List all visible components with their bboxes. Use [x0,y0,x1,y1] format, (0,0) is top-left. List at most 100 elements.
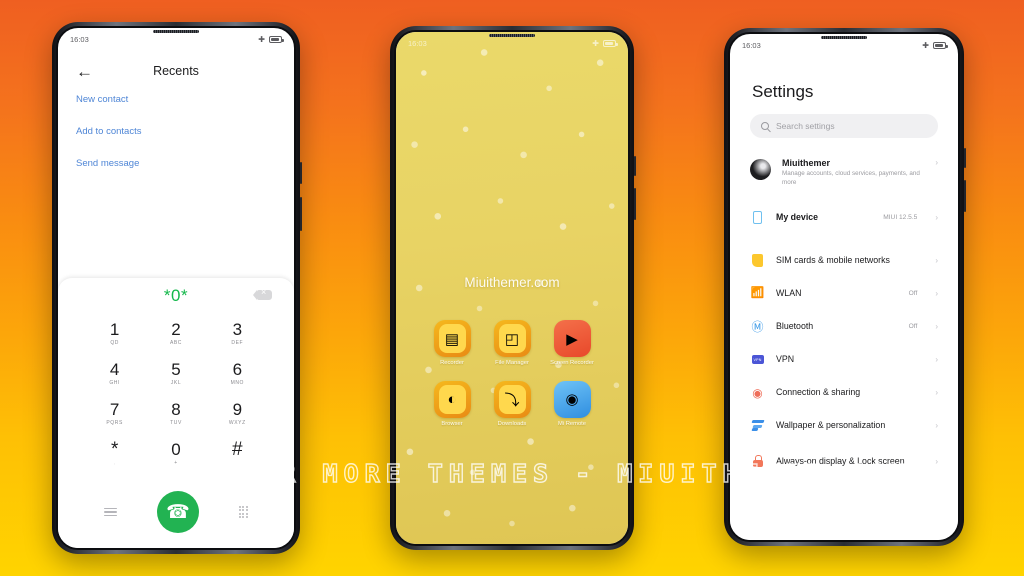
chevron-right-icon: › [935,421,938,430]
settings-item-value: Off [908,290,918,297]
app-item[interactable]: ◰ File Manager [482,320,542,368]
account-row[interactable]: Miuithemer Manage accounts, cloud servic… [730,152,958,201]
settings-item-wlan[interactable]: 📶 WLAN Off › [730,277,958,310]
back-arrow-icon[interactable]: ← [76,63,93,80]
backspace-icon[interactable] [253,287,272,300]
dialer-header: ← Recents [58,48,294,94]
key-letters: TUV [170,420,182,426]
key-5[interactable]: 5 JKL [145,360,206,398]
settings-item-vpn[interactable]: VPN VPN › [730,343,958,376]
chevron-right-icon: › [935,322,938,331]
key-digit: 1 [109,320,120,339]
wifi-icon: 📶 [750,287,765,299]
menu-icon[interactable] [103,507,117,517]
earpiece-speaker [489,34,535,37]
key-2[interactable]: 2 ABC [145,320,206,358]
keypad-icon[interactable] [238,505,249,519]
settings-item-label: Wallpaper & personalization [776,420,886,431]
chevron-right-icon: › [935,355,938,364]
app-item[interactable]: ◉ Mi Remote [542,380,602,429]
account-name: Miuithemer [782,158,831,168]
settings-item-always-on-display-lock-screen[interactable]: Always-on display & Lock screen › [730,442,958,480]
app-item[interactable]: ⤵ Downloads [482,380,542,429]
sim-card-icon [750,253,765,268]
key-hash[interactable]: # [207,440,268,478]
app-item[interactable]: ◐ Browser [422,380,482,429]
mi-remote-app-icon: ◉ [553,380,591,418]
lock-icon [750,454,765,469]
list-divider [730,234,958,244]
key-4[interactable]: 4 GHI [84,360,145,398]
settings-item-my-device[interactable]: My device MIUI 12.5.5 › [730,201,958,234]
key-digit: 2 [171,320,181,339]
action-send-message[interactable]: Send message [58,158,294,169]
search-placeholder: Search settings [776,121,835,131]
key-6[interactable]: 6 MNO [207,360,268,398]
status-time: 16:03 [408,39,427,48]
key-digit: * [110,439,119,460]
app-label: Screen Recorder [550,360,594,366]
chevron-right-icon: › [935,158,938,167]
key-digit: # [232,439,243,460]
key-1[interactable]: 1 QD [84,320,145,358]
settings-item-bluetooth[interactable]: Ⓜ Bluetooth Off › [730,310,958,343]
battery-icon [603,40,618,47]
key-digit: 0 [171,440,181,459]
phone-settings: 16:03 ✚ Settings Search settings Miuithe… [724,28,966,546]
wallpaper-watermark: Miuithemer.com [464,275,560,290]
settings-item-value: MIUI 12.5.5 [883,214,918,221]
settings-item-label: Always-on display & Lock screen [776,455,905,466]
settings-item-sim-cards-mobile-networks[interactable]: SIM cards & mobile networks › [730,244,958,277]
downloads-app-icon: ⤵ [493,380,531,418]
app-label: Browser [441,420,463,427]
key-star[interactable]: *, [84,440,145,478]
key-9[interactable]: 9 WXYZ [207,400,268,438]
app-item[interactable]: ▶ Screen Recorder [542,320,602,368]
action-new-contact[interactable]: New contact [58,94,294,105]
key-0[interactable]: 0 + [145,440,206,478]
call-icon[interactable]: ☎ [156,491,199,533]
page-title: Recents [153,64,199,78]
settings-item-connection-sharing[interactable]: ◉ Connection & sharing › [730,376,958,409]
app-grid: ▤ Recorder ◰ File Manager ▶ Screen Recorder ◐ B… [422,320,602,428]
settings-item-label: My device [776,212,819,223]
battery-icon [269,36,284,43]
key-digit: 4 [109,360,120,379]
key-digit: 8 [171,400,181,419]
key-digit: 6 [232,360,243,379]
app-label: File Manager [495,360,529,366]
app-item[interactable]: ▤ Recorder [422,320,482,368]
phone-settings-screen: 16:03 ✚ Settings Search settings Miuithe… [728,32,960,542]
settings-item-label: VPN [776,354,795,365]
phone-home: 16:03 ✚ Miuithemer.com ▤ Recorder ◰ File Ma… [390,26,636,550]
settings-item-label: Connection & sharing [776,387,861,398]
search-icon [761,122,769,130]
app-label: Mi Remote [557,420,587,427]
key-7[interactable]: 7 PQRS [84,400,145,438]
key-digit: 3 [232,320,243,339]
key-digit: 7 [109,400,120,419]
key-digit: 5 [171,360,181,379]
key-letters: + [174,460,178,466]
dialed-number: *0* [163,286,189,305]
vpn-icon: VPN [750,352,765,367]
settings-item-label: SIM cards & mobile networks [776,255,890,266]
action-add-to-contacts[interactable]: Add to contacts [58,126,294,137]
key-3[interactable]: 3 DEF [207,320,268,358]
phone-dialer: 16:03 ✚ ← Recents New contact Add to con… [52,22,302,554]
settings-list: My device MIUI 12.5.5 › SIM cards & mobile … [730,201,958,480]
status-time: 16:03 [742,41,761,50]
key-8[interactable]: 8 TUV [145,400,206,438]
connection-sharing-icon: ◉ [752,385,763,400]
phone-dialer-screen: 16:03 ✚ ← Recents New contact Add to con… [56,26,296,550]
settings-item-wallpaper-personalization[interactable]: Wallpaper & personalization › [730,409,958,442]
bluetooth-icon: Ⓜ [751,319,764,334]
key-letters: JKL [170,380,182,386]
key-letters: WXYZ [228,420,246,426]
search-input[interactable]: Search settings [750,114,938,138]
settings-item-label: WLAN [776,288,802,299]
key-letters: PQRS [106,420,123,426]
chevron-right-icon: › [935,289,938,298]
airplane-mode-icon: ✚ [258,34,265,44]
account-subtitle: Manage accounts, cloud services, payment… [782,170,920,186]
